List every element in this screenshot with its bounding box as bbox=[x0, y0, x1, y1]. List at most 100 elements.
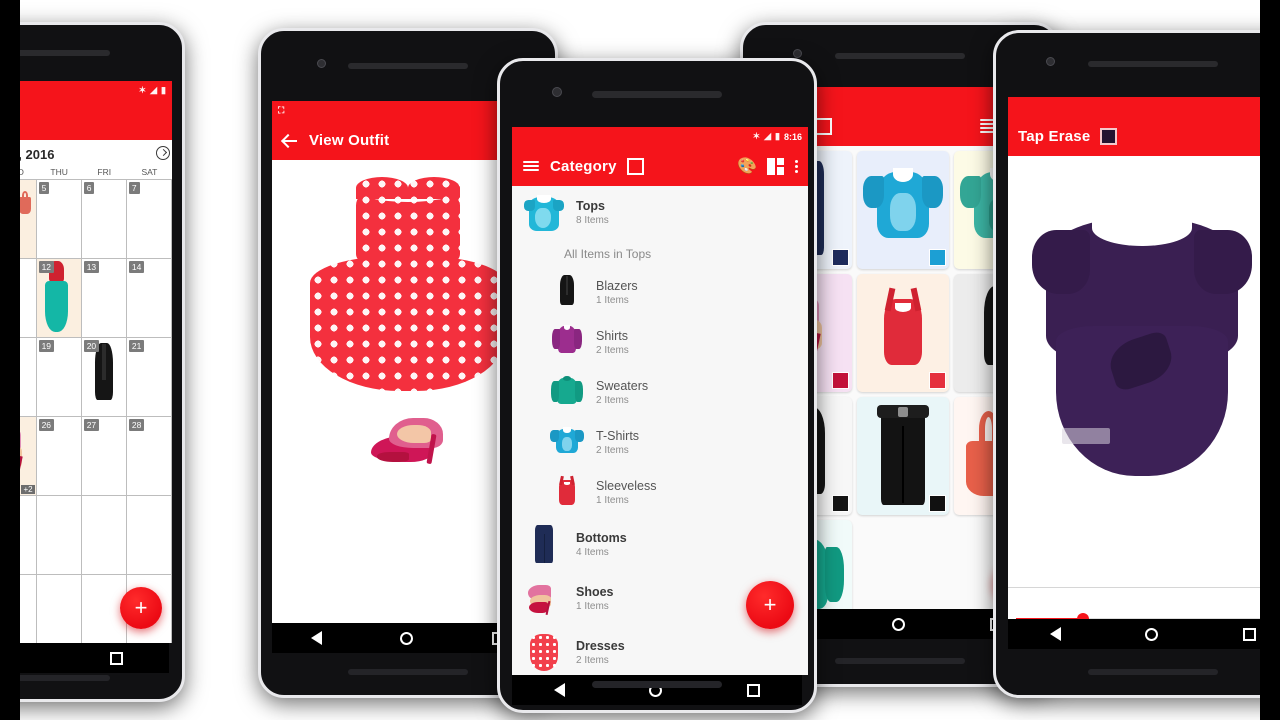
calendar-cell[interactable]: 20 bbox=[81, 338, 127, 417]
item-count: 2 Items bbox=[576, 655, 609, 667]
list-item[interactable]: Sweaters 2 Items bbox=[512, 368, 808, 418]
nav-home-icon[interactable] bbox=[1145, 627, 1159, 641]
item-thumb bbox=[524, 577, 564, 621]
back-arrow-icon[interactable] bbox=[282, 132, 299, 149]
grid-item[interactable] bbox=[857, 397, 949, 515]
screen-calendar: ✶ ◢ ▮ Calendar August, 2016 SUNMONTUEWED… bbox=[0, 81, 172, 643]
item-thumb bbox=[524, 523, 564, 567]
garment-preview bbox=[1032, 196, 1252, 486]
list-item-section[interactable]: Dresses 2 Items bbox=[512, 626, 808, 675]
color-swatch bbox=[929, 249, 946, 266]
appbar: Tap Erase bbox=[1008, 116, 1280, 156]
calendar-day-headers: SUNMONTUEWEDTHUFRISAT bbox=[0, 167, 172, 179]
calendar-cell[interactable]: 26 bbox=[36, 417, 82, 496]
calendar-cell[interactable]: 6 bbox=[81, 180, 127, 259]
calendar-cell[interactable]: 27 bbox=[81, 417, 127, 496]
bottom-speaker bbox=[1088, 669, 1218, 675]
front-camera-icon bbox=[317, 59, 326, 68]
nav-back-icon[interactable] bbox=[1050, 627, 1062, 641]
nav-recents-icon[interactable] bbox=[110, 651, 123, 665]
outfit-thumb bbox=[82, 496, 126, 574]
calendar-cell[interactable] bbox=[36, 575, 82, 643]
calendar-cell[interactable]: 28 bbox=[126, 417, 172, 496]
calendar-cell[interactable] bbox=[36, 496, 82, 575]
item-name: Dresses bbox=[576, 638, 625, 653]
calendar-month-header: August, 2016 bbox=[0, 140, 172, 167]
palette-icon[interactable]: 🎨 bbox=[737, 156, 757, 176]
calendar-cell[interactable] bbox=[126, 496, 172, 575]
phone-tap-erase: ◿ ✶ ◢ Tap Erase bbox=[993, 30, 1280, 698]
category-name: Tops bbox=[576, 198, 605, 213]
item-name: Blazers bbox=[596, 278, 638, 293]
letterbox-left bbox=[0, 0, 20, 720]
list-item[interactable]: Sleeveless 1 Items bbox=[512, 468, 808, 518]
day-number: 21 bbox=[128, 340, 145, 352]
nav-home-icon[interactable] bbox=[400, 631, 414, 645]
outfit-thumb bbox=[37, 496, 81, 574]
calendar-cell[interactable] bbox=[81, 496, 127, 575]
item-name: Sweaters bbox=[596, 378, 649, 393]
calendar-cell[interactable]: 13 bbox=[81, 259, 127, 338]
add-button[interactable]: + bbox=[120, 587, 162, 629]
calendar-grid: 1234567891011121314151617181920212223242… bbox=[0, 179, 172, 643]
nav-recents-icon[interactable] bbox=[746, 683, 760, 697]
list-item[interactable]: T-Shirts 2 Items bbox=[512, 418, 808, 468]
list-item[interactable]: Shirts 2 Items bbox=[512, 318, 808, 368]
front-camera-icon bbox=[552, 87, 562, 97]
statusbar: ✶ ◢ ▮ 8:16 bbox=[512, 127, 808, 146]
promo-stage: ✶ ◢ ▮ Calendar August, 2016 SUNMONTUEWED… bbox=[0, 0, 1280, 720]
item-name: Shirts bbox=[596, 328, 628, 343]
phone-category: ✶ ◢ ▮ 8:16 Category 🎨 Tops 8 Items All I… bbox=[497, 58, 817, 713]
day-number: 20 bbox=[83, 340, 100, 352]
grid-item[interactable] bbox=[857, 151, 949, 269]
front-camera-icon bbox=[1046, 57, 1055, 66]
grid-layout-icon[interactable] bbox=[767, 157, 784, 175]
day-header: FRI bbox=[97, 167, 112, 177]
item-name: Shoes bbox=[576, 584, 614, 599]
bluetooth-icon: ✶ bbox=[752, 131, 761, 141]
calendar-cell[interactable]: 7 bbox=[126, 180, 172, 259]
item-thumb bbox=[550, 273, 584, 313]
overflow-menu-icon[interactable] bbox=[794, 159, 798, 173]
list-item[interactable]: Blazers 1 Items bbox=[512, 268, 808, 318]
day-number: 19 bbox=[38, 340, 55, 352]
day-number: 26 bbox=[38, 419, 55, 431]
subcategory-list: Blazers 1 Items Shirts 2 Items Sweaters 2 Ite… bbox=[512, 268, 808, 518]
square-outline-icon[interactable] bbox=[626, 157, 644, 175]
appbar: Calendar bbox=[0, 100, 172, 140]
item-thumb bbox=[524, 631, 564, 675]
letterbox-right bbox=[1260, 0, 1280, 720]
item-name: T-Shirts bbox=[596, 428, 640, 443]
add-button[interactable]: + bbox=[746, 581, 794, 629]
calendar-cell[interactable]: 21 bbox=[126, 338, 172, 417]
nav-back-icon[interactable] bbox=[554, 683, 566, 697]
color-swatch bbox=[832, 372, 849, 389]
nav-back-icon[interactable] bbox=[311, 631, 323, 645]
erase-canvas[interactable] bbox=[1008, 156, 1280, 587]
nav-recents-icon[interactable] bbox=[1242, 627, 1256, 641]
color-swatch bbox=[832, 249, 849, 266]
item-count: 2 Items bbox=[596, 445, 629, 457]
statusbar: ✶ ◢ ▮ bbox=[0, 81, 172, 100]
list-item-section[interactable]: Bottoms 4 Items bbox=[512, 518, 808, 572]
outfit-item-dress[interactable] bbox=[310, 176, 505, 395]
item-thumb bbox=[550, 373, 584, 413]
calendar-cell[interactable]: 5 bbox=[36, 180, 82, 259]
statusbar: ◿ ✶ ◢ bbox=[1008, 97, 1280, 116]
day-number: 5 bbox=[38, 182, 50, 194]
day-number: 7 bbox=[128, 182, 140, 194]
screen-tap-erase: ◿ ✶ ◢ Tap Erase bbox=[1008, 97, 1280, 649]
nav-home-icon[interactable] bbox=[892, 617, 906, 631]
calendar-cell[interactable]: 19 bbox=[36, 338, 82, 417]
grid-item[interactable] bbox=[857, 274, 949, 392]
calendar-cell[interactable]: 12 bbox=[36, 259, 82, 338]
calendar-cell[interactable]: 14 bbox=[126, 259, 172, 338]
list-item-section[interactable]: Tops 8 Items bbox=[512, 186, 808, 240]
item-count: 2 Items bbox=[596, 395, 629, 407]
square-outline-icon[interactable] bbox=[815, 117, 833, 135]
day-number: 6 bbox=[83, 182, 95, 194]
dark-square-icon[interactable] bbox=[1100, 127, 1118, 145]
next-month-button[interactable] bbox=[156, 146, 170, 160]
outfit-item-heels[interactable] bbox=[367, 412, 459, 472]
hamburger-icon[interactable] bbox=[522, 157, 540, 175]
